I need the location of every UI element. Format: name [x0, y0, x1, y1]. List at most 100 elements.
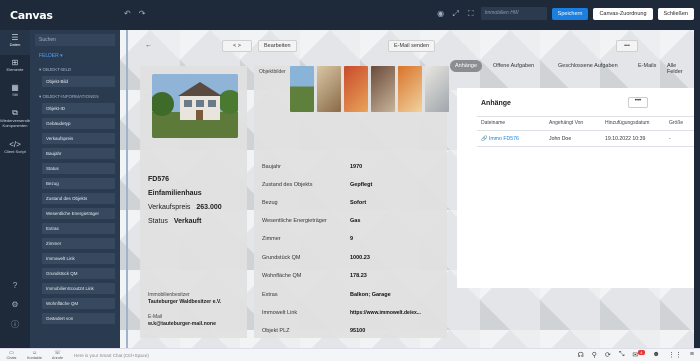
nav-client-script-label: Client Script [4, 149, 26, 154]
code-icon: </> [9, 140, 21, 149]
field-item[interactable]: Objekt-Bild [42, 76, 115, 87]
record-nav-button[interactable]: < > [222, 40, 252, 52]
settings-icon[interactable]: ⚙ [0, 300, 30, 309]
fullscreen-icon[interactable]: ⤢ [451, 9, 461, 19]
gallery-image[interactable] [371, 66, 395, 112]
components-icon: ⧉ [12, 108, 18, 117]
notification-badge: 4 [638, 350, 645, 355]
prop-label: Grundstück QM [262, 255, 301, 261]
expand-icon[interactable]: ⛶ [466, 9, 476, 19]
expand-icon[interactable]: ⤡ [619, 351, 625, 359]
pin-icon[interactable]: ⚲ [592, 351, 597, 359]
column-header[interactable]: Angehängt Von [549, 120, 583, 126]
help-icon[interactable]: ? [0, 281, 30, 290]
section-label: FELDER [39, 53, 59, 59]
grid-icon[interactable]: ⋮⋮ [668, 351, 682, 359]
nav-data[interactable]: ☰ Daten [0, 30, 30, 55]
prop-label: Zustand des Objekts [262, 182, 313, 188]
gallery-image[interactable] [425, 66, 449, 112]
gallery-image[interactable] [290, 66, 314, 112]
left-navigation: ☰ Daten ⊞ Elemente ▦ Stil ⧉ Wiederverwen… [0, 30, 36, 348]
field-item[interactable]: Verkaufspreis [42, 133, 115, 144]
contacts-button[interactable]: ☺ Kontakte [23, 350, 46, 360]
field-search-input[interactable]: Suchen [35, 34, 115, 46]
field-item[interactable]: Extras [42, 223, 115, 234]
nav-style[interactable]: ▦ Stil [0, 80, 30, 105]
preview-icon[interactable]: ◉ [436, 9, 446, 18]
send-email-button[interactable]: E-Mail senden [388, 40, 436, 52]
column-header[interactable]: Dateiname [481, 120, 505, 126]
save-button[interactable]: Speichern [551, 7, 589, 20]
prop-label: Zimmer [262, 236, 281, 242]
field-item[interactable]: Gebäudetyp [42, 118, 115, 129]
calls-button[interactable]: ☏ Anrufe [46, 350, 69, 360]
style-icon: ▦ [11, 83, 19, 92]
gallery-image[interactable] [344, 66, 368, 112]
field-item[interactable]: Baujahr [42, 148, 115, 159]
prop-value: 1000.23 [350, 255, 370, 261]
back-button[interactable]: ← [140, 40, 157, 52]
column-header[interactable]: Größe [669, 120, 683, 126]
group-object-image[interactable]: ▾ OBJEKT-BILD [33, 64, 117, 76]
field-item[interactable]: ImmobilienScout24 Link [42, 283, 115, 294]
prop-label: Immowelt Link [262, 310, 298, 316]
database-icon: ☰ [11, 33, 19, 42]
divider [477, 130, 694, 131]
notifications-icon[interactable]: ✉ 4 [632, 350, 645, 359]
field-item[interactable]: Wesentliche Energieträger [42, 208, 115, 219]
nav-elements[interactable]: ⊞ Elemente [0, 55, 30, 80]
module-search-input[interactable]: Immobilien HW [480, 7, 547, 20]
gallery-image[interactable] [398, 66, 422, 112]
prop-value[interactable]: https://www.immowelt.de/ex... [350, 310, 421, 316]
info-icon[interactable]: ⓘ [0, 319, 30, 330]
top-bar: Canvas ↶ ↷ ◉ ⤢ ⛶ Immobilien HW Speichern… [0, 0, 700, 30]
tab-open-tasks[interactable]: Offene Aufgaben [488, 60, 539, 72]
group-object-information[interactable]: ▾ OBJEKT-INFORMATIONEN [33, 91, 117, 103]
edit-button[interactable]: Bearbeiten [258, 40, 297, 52]
object-image [152, 74, 238, 138]
tab-emails[interactable]: E-Mails [633, 60, 661, 72]
column-header[interactable]: Hinzufügungsdatum [605, 120, 649, 126]
canvas-area[interactable]: ← < > Bearbeiten E-Mail senden ••• FD576… [120, 30, 694, 348]
fields-section-title[interactable]: FELDER ▾ [33, 51, 117, 61]
attachments-more-button[interactable]: ••• [628, 97, 648, 108]
prop-value: Gas [350, 218, 361, 224]
attachments-panel: Anhänge ••• Dateiname Angehängt Von Hinz… [457, 88, 694, 288]
field-item[interactable]: Geändert von [42, 313, 115, 324]
undo-icon[interactable]: ↶ [124, 9, 131, 18]
field-item[interactable]: Immowelt Link [42, 253, 115, 264]
tab-closed-tasks[interactable]: Geschlossene Aufgaben [553, 60, 623, 72]
canvas-guide-line [126, 30, 128, 348]
owner-value: Tauteburger Waldbesitzer e.V. [148, 299, 222, 305]
prop-label: Wesentliche Energieträger [262, 218, 327, 224]
smart-chat-input[interactable]: Here is your Smart Chat (Ctrl+Space) [74, 353, 149, 358]
user-icon[interactable]: ☻ [653, 351, 660, 359]
sync-icon[interactable]: ⟳ [605, 351, 611, 359]
field-item[interactable]: Status [42, 163, 115, 174]
field-item[interactable]: Zustand des Objekts [42, 193, 115, 204]
tab-all-fields[interactable]: Alle Felder [662, 60, 694, 78]
menu-icon[interactable]: ≡ [690, 351, 694, 359]
chats-button[interactable]: ▭ Chats [0, 350, 23, 360]
field-item[interactable]: Zimmer [42, 238, 115, 249]
nav-components[interactable]: ⧉ Wiederverwendbare Komponenten [0, 105, 36, 137]
field-item[interactable]: Grundstück QM [42, 268, 115, 279]
canvas-assignment-button[interactable]: Canvas-Zuordnung [593, 7, 653, 20]
field-item[interactable]: Bezug [42, 178, 115, 189]
prop-label: Bezug [262, 200, 278, 206]
nav-client-script[interactable]: </> Client Script [0, 137, 30, 162]
field-item[interactable]: Objekt-ID [42, 103, 115, 114]
close-button[interactable]: Schließen [657, 7, 694, 20]
tab-attachments[interactable]: Anhänge [450, 60, 483, 72]
redo-icon[interactable]: ↷ [139, 9, 146, 18]
gallery-image[interactable] [317, 66, 341, 112]
attachment-file-link[interactable]: 🔗 Immo FD576 [481, 136, 519, 142]
divider [477, 146, 694, 147]
right-scrollbar[interactable] [694, 30, 700, 348]
field-item[interactable]: Wohnfläche QM [42, 298, 115, 309]
headset-icon[interactable]: ☊ [578, 351, 584, 359]
more-button[interactable]: ••• [616, 40, 638, 52]
divider [477, 116, 694, 117]
price-value: 263.000 [196, 204, 222, 211]
attachment-author: John Doe [549, 136, 572, 142]
